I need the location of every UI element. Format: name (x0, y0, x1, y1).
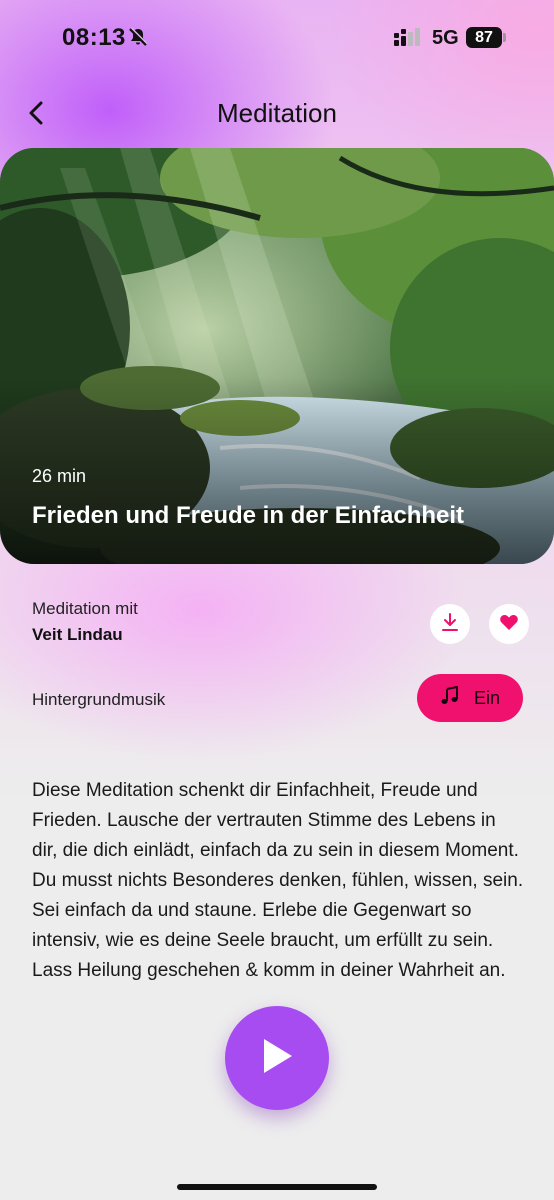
music-note-icon (440, 685, 460, 711)
teacher-name[interactable]: Veit Lindau (32, 625, 123, 645)
download-icon (440, 612, 460, 637)
favorite-button[interactable] (489, 604, 529, 644)
home-indicator[interactable] (177, 1184, 377, 1190)
heart-icon (499, 612, 519, 637)
meditation-duration: 26 min (32, 466, 87, 486)
network-type: 5G (432, 27, 459, 49)
play-button[interactable] (225, 1006, 329, 1110)
page-title: Meditation (217, 98, 337, 128)
bell-slash-icon (128, 27, 148, 47)
hero-image-card: 26 min Frieden und Freude in der Einfach… (0, 148, 554, 564)
signal-icon (394, 28, 420, 48)
battery-indicator: 87 (466, 27, 502, 48)
status-bar: 08:13 5G 87 (0, 0, 554, 76)
teacher-label: Meditation mit (32, 599, 138, 618)
top-navigation: Meditation (0, 90, 554, 136)
background-music-label: Hintergrundmusik (32, 690, 166, 709)
download-button[interactable] (430, 604, 470, 644)
battery-tip (503, 33, 506, 42)
play-icon (260, 1037, 294, 1080)
background-music-toggle-label: Ein (473, 687, 500, 708)
background-music-toggle[interactable]: Ein (417, 674, 523, 722)
meditation-description: Diese Meditation schenkt dir Einfachheit… (32, 780, 524, 981)
meditation-title: Frieden und Freude in der Einfachheit (32, 502, 465, 529)
status-time: 08:13 (62, 24, 126, 51)
